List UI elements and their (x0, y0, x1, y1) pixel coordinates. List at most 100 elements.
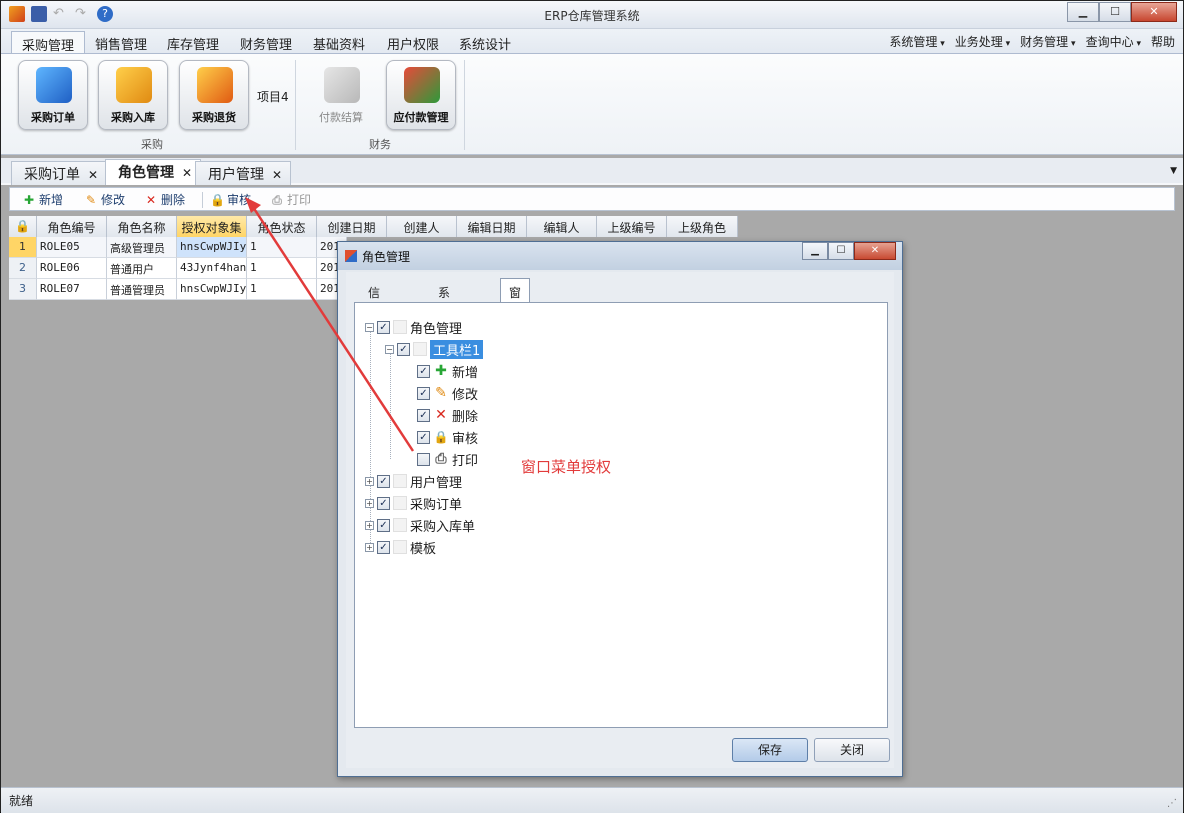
chevron-down-icon[interactable]: ▼ (1170, 166, 1177, 176)
menu-system-manage[interactable]: 系统管理 (889, 33, 944, 50)
close-icon[interactable]: ✕ (182, 166, 192, 180)
col-parent-id[interactable]: 上级编号 (597, 216, 667, 237)
table-cell[interactable]: hnsCwpWJIy (177, 237, 247, 258)
tab-window-menu[interactable]: 窗口菜单 (500, 278, 531, 351)
checkbox[interactable]: ✓ (417, 430, 430, 444)
col-creator[interactable]: 创建人 (387, 216, 457, 237)
menu-finance[interactable]: 财务管理 (1020, 33, 1075, 50)
minimize-button[interactable]: ▁ (1067, 2, 1099, 22)
tree-node-purchase-in[interactable]: + ✓ 采购入库单 (365, 515, 475, 535)
table-cell[interactable]: 普通管理员 (107, 279, 177, 300)
tree-node-edit[interactable]: ✓ ✎ 修改 (417, 383, 478, 403)
expand-icon[interactable]: + (365, 498, 374, 508)
dialog-maximize-button[interactable]: ☐ (828, 242, 854, 260)
expand-icon[interactable]: + (365, 520, 374, 530)
ribbon-tab-inventory[interactable]: 库存管理 (157, 31, 229, 53)
ribbon-tab-purchase[interactable]: 采购管理 (11, 31, 86, 54)
collapse-icon[interactable]: − (365, 322, 374, 332)
item4-button[interactable]: 项目4 (257, 88, 289, 105)
checkbox[interactable]: ✓ (377, 320, 390, 334)
checkbox[interactable]: ✓ (377, 496, 390, 510)
tree-label: 用户管理 (410, 475, 463, 491)
purchase-return-button[interactable]: 采购退货 (179, 60, 249, 130)
close-icon[interactable]: ✕ (88, 168, 98, 182)
maximize-button[interactable]: ☐ (1099, 2, 1131, 22)
menu-help[interactable]: 帮助 (1151, 33, 1175, 50)
table-cell[interactable]: 1 (247, 279, 317, 300)
add-button[interactable]: ✚ 新增 (22, 191, 63, 208)
checkbox[interactable]: ✓ (377, 540, 390, 554)
doc-tab-purchase-order[interactable]: 采购订单 ✕ (11, 161, 108, 185)
table-cell[interactable]: 43Jynf4han (177, 258, 247, 279)
menu-query-center[interactable]: 查询中心 (1086, 33, 1141, 50)
table-cell[interactable]: ROLE06 (37, 258, 107, 279)
collapse-icon[interactable]: − (385, 344, 394, 354)
tree-node-delete[interactable]: ✓ ✕ 删除 (417, 405, 478, 425)
close-button[interactable]: ✕ (1131, 2, 1177, 22)
tree-node-toolbar1[interactable]: − ✓ 工具栏1 (385, 339, 484, 359)
row-number[interactable]: 2 (9, 258, 37, 279)
col-parent-role[interactable]: 上级角色 (667, 216, 738, 237)
checkbox[interactable]: ✓ (377, 474, 390, 488)
window-controls: ▁ ☐ ✕ (1067, 2, 1177, 22)
dialog-close-button[interactable]: ✕ (854, 242, 896, 260)
ribbon-tab-user-rights[interactable]: 用户权限 (377, 31, 449, 53)
table-cell[interactable]: hnsCwpWJIy (177, 279, 247, 300)
table-cell[interactable]: ROLE05 (37, 237, 107, 258)
tab-info-edit[interactable]: 信息修改 (360, 282, 388, 351)
close-dialog-button[interactable]: 关闭 (814, 738, 890, 762)
tree-node-print[interactable]: ✓ ⎙ 打印 (417, 449, 478, 469)
payable-button[interactable]: 应付款管理 (386, 60, 456, 130)
expand-icon[interactable]: + (365, 476, 374, 486)
table-cell[interactable]: 高级管理员 (107, 237, 177, 258)
ribbon-tab-system-design[interactable]: 系统设计 (449, 31, 521, 53)
tree-node-purchase-order[interactable]: + ✓ 采购订单 (365, 493, 462, 513)
col-auth-set[interactable]: 授权对象集 (177, 216, 247, 237)
audit-button[interactable]: 🔒 审核 (210, 191, 251, 208)
checkbox[interactable]: ✓ (417, 364, 430, 378)
doc-tab-role-manage[interactable]: 角色管理 ✕ (105, 159, 202, 185)
print-button[interactable]: ⎙ 打印 (270, 191, 311, 208)
col-role-id[interactable]: 角色编号 (37, 216, 107, 237)
edit-button[interactable]: ✎ 修改 (84, 191, 125, 208)
col-created-date[interactable]: 创建日期 (317, 216, 387, 237)
ribbon-tab-sales[interactable]: 销售管理 (85, 31, 157, 53)
table-cell[interactable]: ROLE07 (37, 279, 107, 300)
purchase-in-button[interactable]: 采购入库 (98, 60, 168, 130)
tree-node-user-manage[interactable]: + ✓ 用户管理 (365, 471, 462, 491)
tab-system-menu[interactable]: 系统菜单 (430, 282, 458, 351)
tree-node-audit[interactable]: ✓ 🔒 审核 (417, 427, 478, 447)
tree-node-add[interactable]: ✓ ✚ 新增 (417, 361, 478, 381)
dialog-minimize-button[interactable]: ▁ (802, 242, 828, 260)
payment-settle-button[interactable]: 付款结算 (306, 60, 376, 130)
save-button[interactable]: 保存 (732, 738, 808, 762)
ribbon-tab-bar: 采购管理 销售管理 库存管理 财务管理 基础资料 用户权限 系统设计 系统管理 … (1, 29, 1183, 54)
purchase-order-label: 采购订单 (31, 111, 75, 124)
expand-icon[interactable]: + (365, 542, 374, 552)
col-role-status[interactable]: 角色状态 (247, 216, 317, 237)
menu-business[interactable]: 业务处理 (955, 33, 1010, 50)
checkbox[interactable]: ✓ (417, 452, 430, 466)
tree-node-role-manage[interactable]: − ✓ 角色管理 (365, 317, 462, 337)
checkbox[interactable]: ✓ (397, 342, 410, 356)
col-editor[interactable]: 编辑人 (527, 216, 597, 237)
doc-tab-user-manage[interactable]: 用户管理 ✕ (195, 161, 292, 185)
col-role-name[interactable]: 角色名称 (107, 216, 177, 237)
col-edit-date[interactable]: 编辑日期 (457, 216, 527, 237)
row-number[interactable]: 3 (9, 279, 37, 300)
checkbox[interactable]: ✓ (377, 518, 390, 532)
resize-grip-icon[interactable]: ⋰ (1167, 798, 1177, 809)
row-number[interactable]: 1 (9, 237, 37, 258)
ribbon-tab-basic-data[interactable]: 基础资料 (303, 31, 375, 53)
checkbox[interactable]: ✓ (417, 386, 430, 400)
delete-button[interactable]: ✕ 删除 (144, 191, 185, 208)
table-cell[interactable]: 1 (247, 237, 317, 258)
checkbox[interactable]: ✓ (417, 408, 430, 422)
ribbon-tab-finance[interactable]: 财务管理 (230, 31, 302, 53)
table-cell[interactable]: 1 (247, 258, 317, 279)
tree-label: 采购订单 (410, 497, 463, 513)
table-cell[interactable]: 普通用户 (107, 258, 177, 279)
tree-node-template[interactable]: + ✓ 模板 (365, 537, 436, 557)
purchase-order-button[interactable]: 采购订单 (18, 60, 88, 130)
close-icon[interactable]: ✕ (272, 168, 282, 182)
